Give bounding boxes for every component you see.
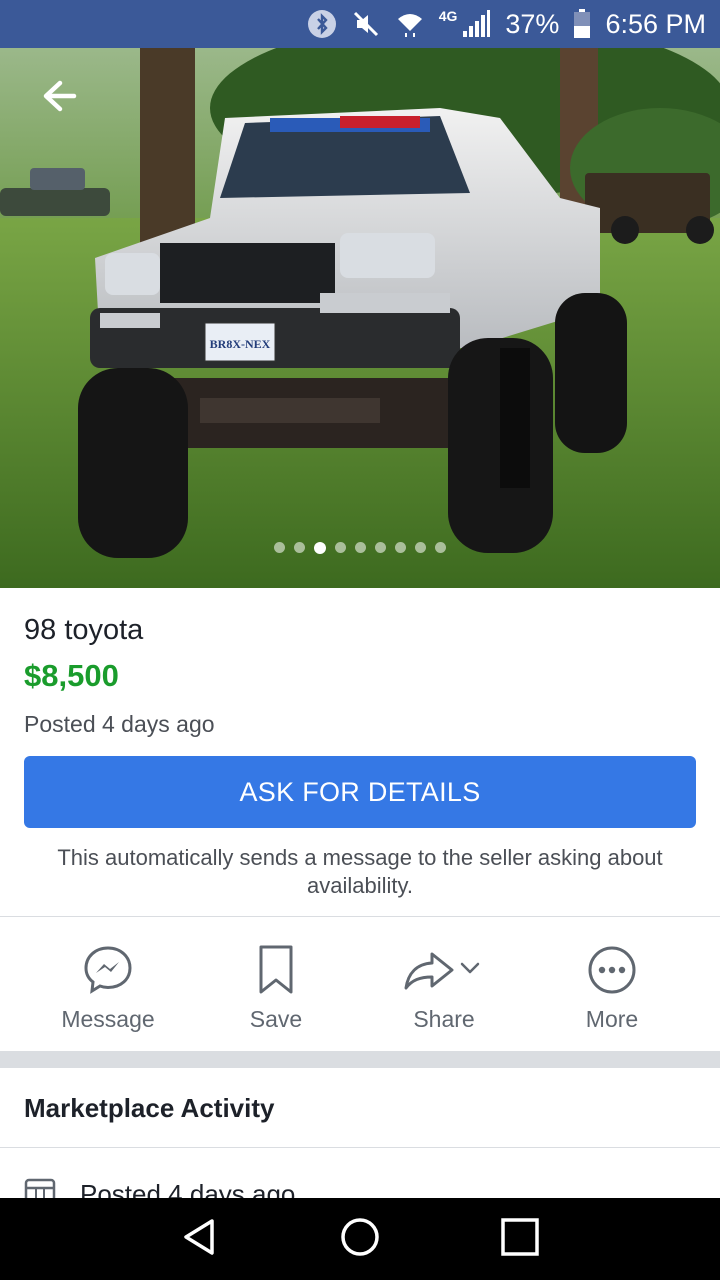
- divider: [0, 1147, 720, 1148]
- battery-icon: [573, 9, 591, 39]
- divider: [0, 916, 720, 917]
- share-label: Share: [413, 1006, 475, 1032]
- square-recents-icon: [501, 1217, 540, 1256]
- clock: 6:56 PM: [605, 8, 706, 39]
- marketplace-activity-title: Marketplace Activity: [24, 1093, 275, 1123]
- recents-nav-button[interactable]: [500, 1217, 540, 1262]
- more-label: More: [585, 1006, 639, 1032]
- back-arrow-icon: [43, 80, 77, 112]
- photo-pager[interactable]: [0, 542, 720, 554]
- circle-home-icon: [341, 1217, 379, 1256]
- chevron-down-icon: [460, 962, 480, 974]
- signal-icon: [461, 9, 491, 39]
- wifi-icon: [395, 9, 425, 39]
- share-action[interactable]: Share: [360, 930, 528, 1050]
- pager-dot[interactable]: [395, 542, 406, 553]
- bluetooth-icon: [307, 9, 337, 39]
- pager-dot[interactable]: [335, 542, 346, 553]
- pager-dot[interactable]: [294, 542, 305, 553]
- ask-for-details-button[interactable]: ASK FOR DETAILS: [24, 756, 696, 828]
- listing-price: $8,500: [24, 658, 119, 693]
- pager-dot-active[interactable]: [314, 542, 326, 554]
- system-nav-bar: [0, 1198, 720, 1280]
- save-label: Save: [249, 1006, 303, 1032]
- pager-dot[interactable]: [355, 542, 366, 553]
- pager-dot[interactable]: [415, 542, 426, 553]
- back-button[interactable]: [40, 76, 90, 116]
- bookmark-icon: [256, 942, 296, 998]
- listing-photo[interactable]: BR8X-NEX: [0, 48, 720, 588]
- action-bar: Message Save Share More: [0, 930, 720, 1050]
- pager-dot[interactable]: [274, 542, 285, 553]
- messenger-icon: [82, 942, 134, 998]
- battery-percent: 37%: [505, 8, 560, 39]
- more-icon: [586, 942, 638, 998]
- listing-posted-time: Posted 4 days ago: [24, 711, 215, 737]
- back-nav-button[interactable]: [180, 1217, 220, 1262]
- truck-photo: BR8X-NEX: [0, 48, 720, 588]
- share-icon: [402, 942, 486, 998]
- message-action[interactable]: Message: [24, 930, 192, 1050]
- section-separator: [0, 1051, 720, 1068]
- triangle-back-icon: [183, 1218, 214, 1255]
- status-bar: 4G 37% 6:56 PM: [0, 0, 720, 48]
- listing-title: 98 toyota: [24, 614, 144, 646]
- home-nav-button[interactable]: [339, 1216, 381, 1263]
- save-action[interactable]: Save: [192, 930, 360, 1050]
- message-label: Message: [61, 1006, 155, 1032]
- license-plate: BR8X-NEX: [210, 337, 271, 351]
- mute-icon: [351, 9, 381, 39]
- pager-dot[interactable]: [435, 542, 446, 553]
- network-type: 4G: [438, 8, 458, 24]
- pager-dot[interactable]: [375, 542, 386, 553]
- more-action[interactable]: More: [528, 930, 696, 1050]
- ask-hint-text: This automatically sends a message to th…: [57, 845, 663, 898]
